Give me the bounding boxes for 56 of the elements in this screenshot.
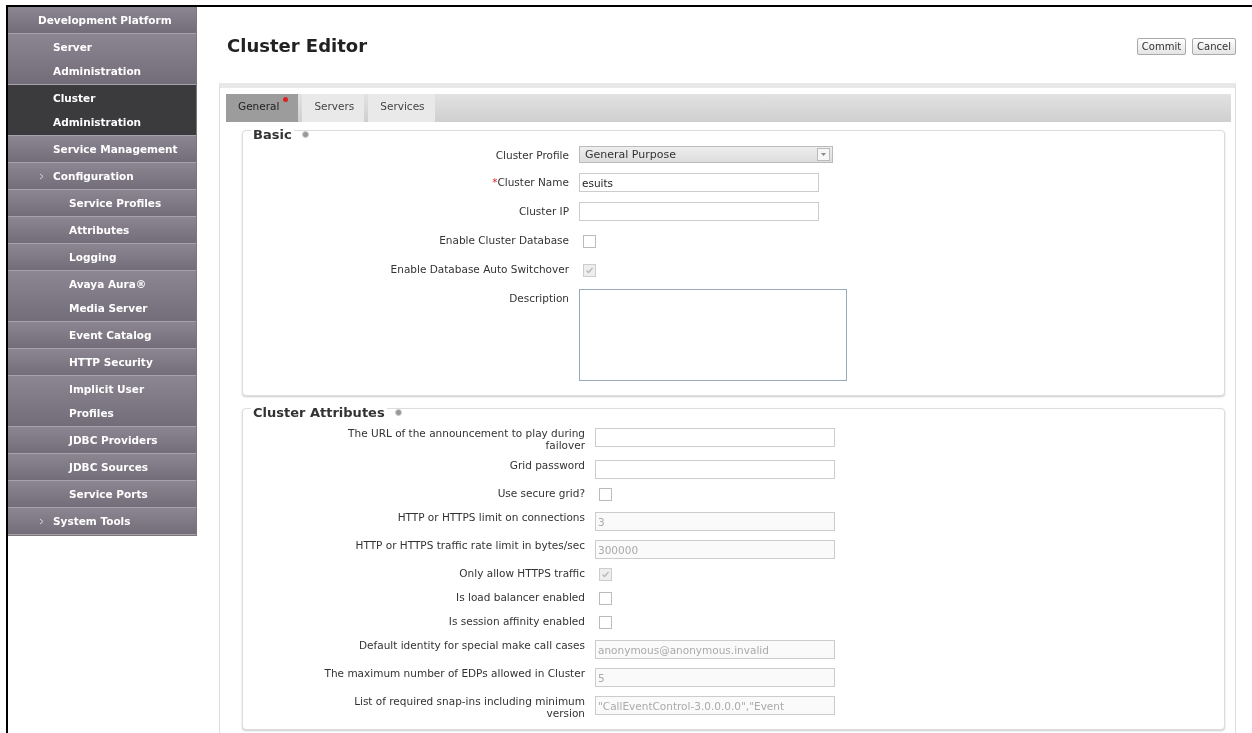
tab[interactable]: Services [368, 94, 435, 122]
sidebar-item[interactable]: Service Profiles [8, 190, 196, 217]
profile-dropdown[interactable]: General Purpose [579, 146, 833, 163]
input-field[interactable]: esuits [579, 173, 819, 192]
input-field[interactable] [579, 202, 819, 221]
sidebar-item[interactable]: Service Management [8, 136, 196, 163]
checkbox[interactable] [599, 488, 612, 501]
sidebar-item[interactable]: Avaya Aura® Media Server [8, 271, 196, 322]
checkmark-icon [601, 570, 610, 579]
sidebar-item[interactable]: Server Administration [8, 34, 196, 85]
sidebar-item[interactable]: Implicit User Profiles [8, 376, 196, 427]
field-label: List of required snap-ins including minimum version [353, 694, 585, 719]
field-label: *Cluster Name [491, 175, 569, 188]
field-label: Enable Database Auto Switchover [389, 262, 569, 275]
section-title: Basic [251, 127, 294, 142]
field-label: HTTP or HTTPS limit on connections [396, 510, 585, 523]
sidebar-item[interactable]: Cluster Administration [8, 85, 196, 136]
field-label: Cluster Profile [494, 148, 569, 161]
sidebar-item[interactable]: JDBC Providers [8, 427, 196, 454]
checkbox[interactable] [599, 592, 612, 605]
page-title: Cluster Editor [227, 35, 368, 56]
field-label: Is session affinity enabled [447, 614, 585, 627]
input-field[interactable] [595, 428, 835, 447]
field-label: Grid password [508, 458, 585, 471]
action-button[interactable]: Commit [1136, 38, 1187, 55]
field-label: Enable Cluster Database [438, 233, 569, 246]
field-label: HTTP or HTTPS traffic rate limit in bytes/sec [354, 538, 585, 551]
sidebar-item[interactable]: System Tools [8, 508, 196, 535]
sidebar-item[interactable]: JDBC Sources [8, 454, 196, 481]
checkbox[interactable] [599, 616, 612, 629]
tab[interactable]: Servers [302, 94, 365, 122]
field-label: Cluster IP [517, 204, 569, 217]
field-label: Default identity for special make call cases [358, 638, 585, 651]
sidebar-item[interactable]: Configuration [8, 163, 196, 190]
field-label: Use secure grid? [496, 486, 585, 499]
field-label: The maximum number of EDPs allowed in Cluster [323, 666, 585, 679]
field-label: Is load balancer enabled [455, 590, 585, 603]
sidebar-item[interactable]: Attributes [8, 217, 196, 244]
description-field[interactable] [579, 289, 847, 381]
section-title: Cluster Attributes [251, 405, 387, 420]
sidebar-item[interactable]: Development Platform [8, 7, 196, 34]
input-field[interactable] [595, 460, 835, 479]
checkbox[interactable] [583, 235, 596, 248]
sidebar-item[interactable]: Logging [8, 244, 196, 271]
collapse-icon[interactable] [301, 131, 309, 138]
field-label: Only allow HTTPS traffic [458, 566, 585, 579]
sidebar-item[interactable]: Service Ports [8, 481, 196, 508]
field-label: The URL of the announcement to play during failover [347, 426, 585, 451]
checkmark-icon [585, 266, 594, 275]
field-label: Description [508, 291, 569, 304]
tab[interactable]: General [226, 94, 299, 122]
action-button[interactable]: Cancel [1192, 38, 1236, 55]
sidebar-item[interactable]: Event Catalog [8, 322, 196, 349]
collapse-icon[interactable] [394, 409, 402, 416]
sidebar-item[interactable]: HTTP Security [8, 349, 196, 376]
dropdown-icon [817, 148, 830, 161]
